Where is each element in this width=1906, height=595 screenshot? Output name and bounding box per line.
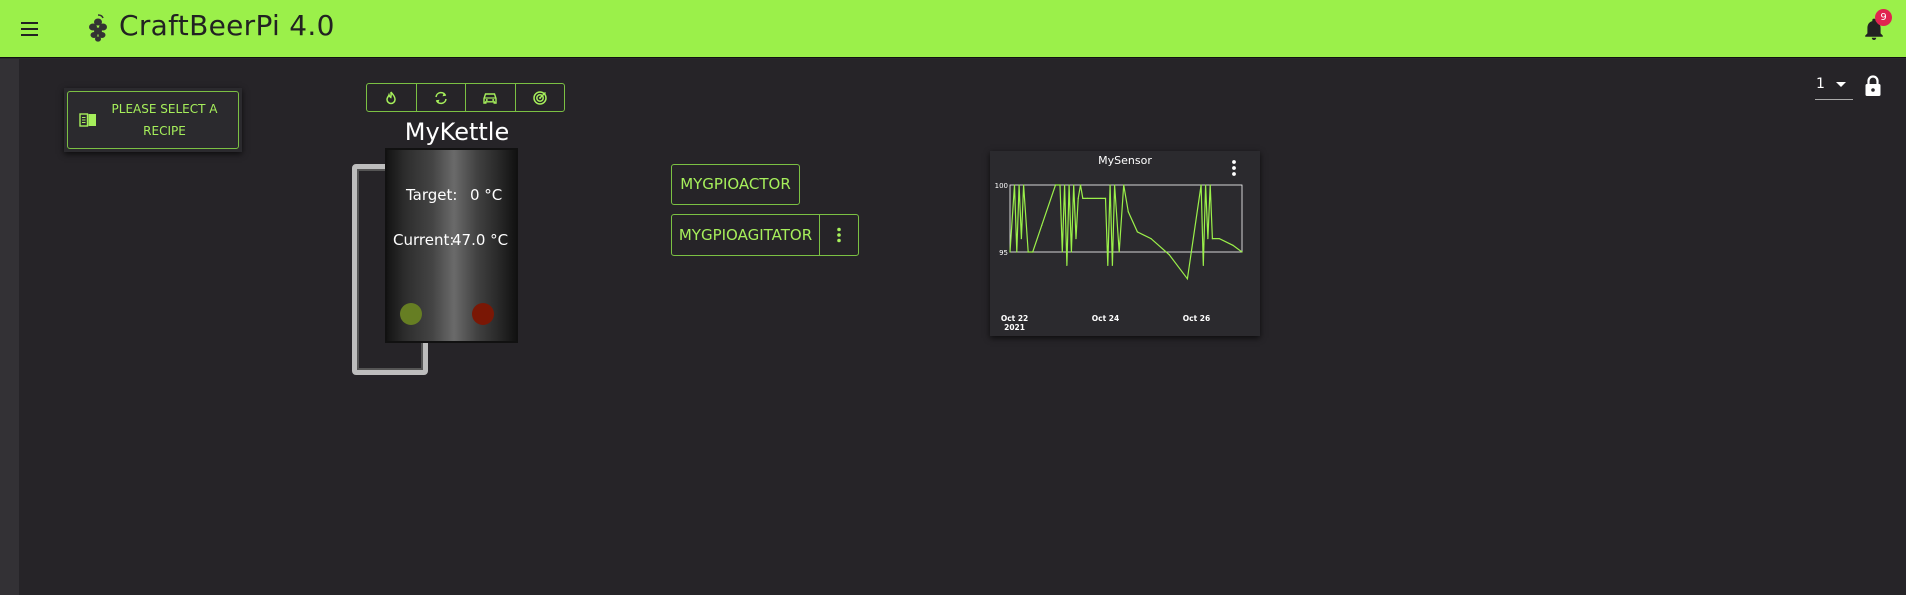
x-tick-label: Oct 26 [1183, 314, 1210, 323]
sensor-data-point [1027, 251, 1029, 253]
sensor-data-point [1150, 238, 1152, 240]
sensor-data-point [1023, 184, 1025, 186]
more-vert-icon [837, 227, 841, 243]
sensor-data-point [1136, 231, 1138, 233]
recipe-card: PLEASE SELECT A RECIPE [64, 88, 242, 152]
sensor-data-point [1054, 184, 1057, 186]
current-label: Current: [393, 231, 455, 249]
dashboard-canvas [19, 59, 1906, 595]
app-bar: CraftBeerPi 4.0 9 [0, 0, 1906, 58]
target-icon [533, 90, 547, 105]
sensor-data-point [1032, 251, 1034, 253]
sensor-data-point [1109, 184, 1111, 186]
page-select-value: 1 [1816, 76, 1825, 92]
sensor-data-point [1118, 251, 1120, 253]
sensor-data-point [1079, 184, 1082, 186]
sensor-data-point [1111, 264, 1113, 266]
target-label: Target: [406, 186, 458, 204]
heater-toggle-button[interactable] [367, 84, 417, 111]
sensor-chart-card: MySensor 100 95 Oct 22 Oct 24 Oct 26 2021 [990, 151, 1260, 336]
sensor-data-point [1063, 184, 1066, 186]
sensor-data-point [1241, 251, 1243, 253]
sensor-data-point [1202, 264, 1204, 266]
sensor-data-point [1070, 251, 1073, 253]
y-tick-label: 100 [995, 182, 1008, 190]
sensor-data-point [1020, 238, 1022, 240]
agitator-more-button[interactable] [820, 215, 858, 255]
lock-icon[interactable] [1864, 74, 1882, 98]
target-value: 0 °C [470, 186, 503, 204]
dropdown-caret-icon [1836, 82, 1846, 87]
sensor-data-point [1041, 224, 1043, 226]
sensor-data-point [1018, 184, 1020, 186]
sensor-data-point [1082, 197, 1084, 199]
recipe-button-label: PLEASE SELECT A RECIPE [111, 102, 218, 138]
sensor-data-point [1086, 197, 1088, 199]
sensor-data-point [1107, 264, 1109, 266]
sensor-data-point [1218, 238, 1220, 240]
sensor-data-point [1077, 197, 1079, 199]
x-tick-label: Oct 22 [1001, 314, 1028, 323]
sensor-data-point [1205, 184, 1207, 186]
sensor-chart: 100 95 Oct 22 Oct 24 Oct 26 2021 [995, 182, 1243, 332]
sensor-data-point [1061, 251, 1063, 253]
hop-icon [89, 14, 107, 42]
app-title: CraftBeerPi 4.0 [119, 9, 335, 42]
sensor-data-point [1232, 244, 1234, 246]
sensor-data-point [1207, 238, 1209, 240]
mygpioagitator-button[interactable]: MYGPIOAGITATOR [672, 215, 820, 255]
sensor-data-point [1186, 278, 1189, 280]
sensor-data-point [1016, 251, 1018, 253]
target-temp-button[interactable] [516, 84, 565, 111]
sensor-data-point [1123, 184, 1125, 186]
x-tick-label: Oct 24 [1092, 314, 1119, 323]
notification-badge: 9 [1875, 9, 1892, 26]
car-icon [483, 92, 497, 104]
auto-mode-button[interactable] [417, 84, 466, 111]
sensor-data-point [1200, 184, 1202, 186]
heater-lamp [400, 303, 422, 325]
menu-icon[interactable] [18, 17, 42, 41]
sensor-data-point [1068, 184, 1070, 186]
sensor-data-point [1104, 197, 1107, 199]
mygpioagitator-group: MYGPIOAGITATOR [671, 214, 859, 256]
sensor-data-point [1209, 184, 1211, 186]
sensor-data-point [1066, 264, 1068, 266]
book-icon [79, 113, 96, 127]
sensor-data-point [1168, 254, 1170, 256]
agitator-lamp [472, 303, 494, 325]
sensor-data-point [1114, 184, 1116, 186]
sensor-data-point [1100, 197, 1102, 199]
sensor-data-point [1073, 184, 1075, 186]
sensor-series-line [1009, 184, 1243, 281]
sensor-data-point [1211, 238, 1214, 240]
sensor-data-point [1127, 211, 1129, 213]
drive-button[interactable] [466, 84, 516, 111]
autorenew-icon [435, 91, 447, 104]
mygpioactor-button[interactable]: MYGPIOACTOR [671, 164, 800, 205]
y-tick-label: 95 [999, 249, 1008, 257]
kettle-control-group [366, 83, 565, 112]
current-value: 47.0 °C [452, 231, 509, 249]
flame-icon [386, 91, 397, 104]
x-tick-sublabel: 2021 [1004, 323, 1025, 332]
sensor-data-point [1013, 184, 1016, 186]
kettle-widget[interactable]: Target: 0 °C Current: 47.0 °C [385, 148, 518, 343]
sensor-data-point [1009, 251, 1011, 253]
sidebar-strip [0, 59, 19, 595]
kettle-name: MyKettle [404, 118, 510, 146]
sensor-data-point [1075, 238, 1077, 240]
select-recipe-button[interactable]: PLEASE SELECT A RECIPE [67, 91, 239, 149]
sensor-data-point [1059, 184, 1061, 186]
